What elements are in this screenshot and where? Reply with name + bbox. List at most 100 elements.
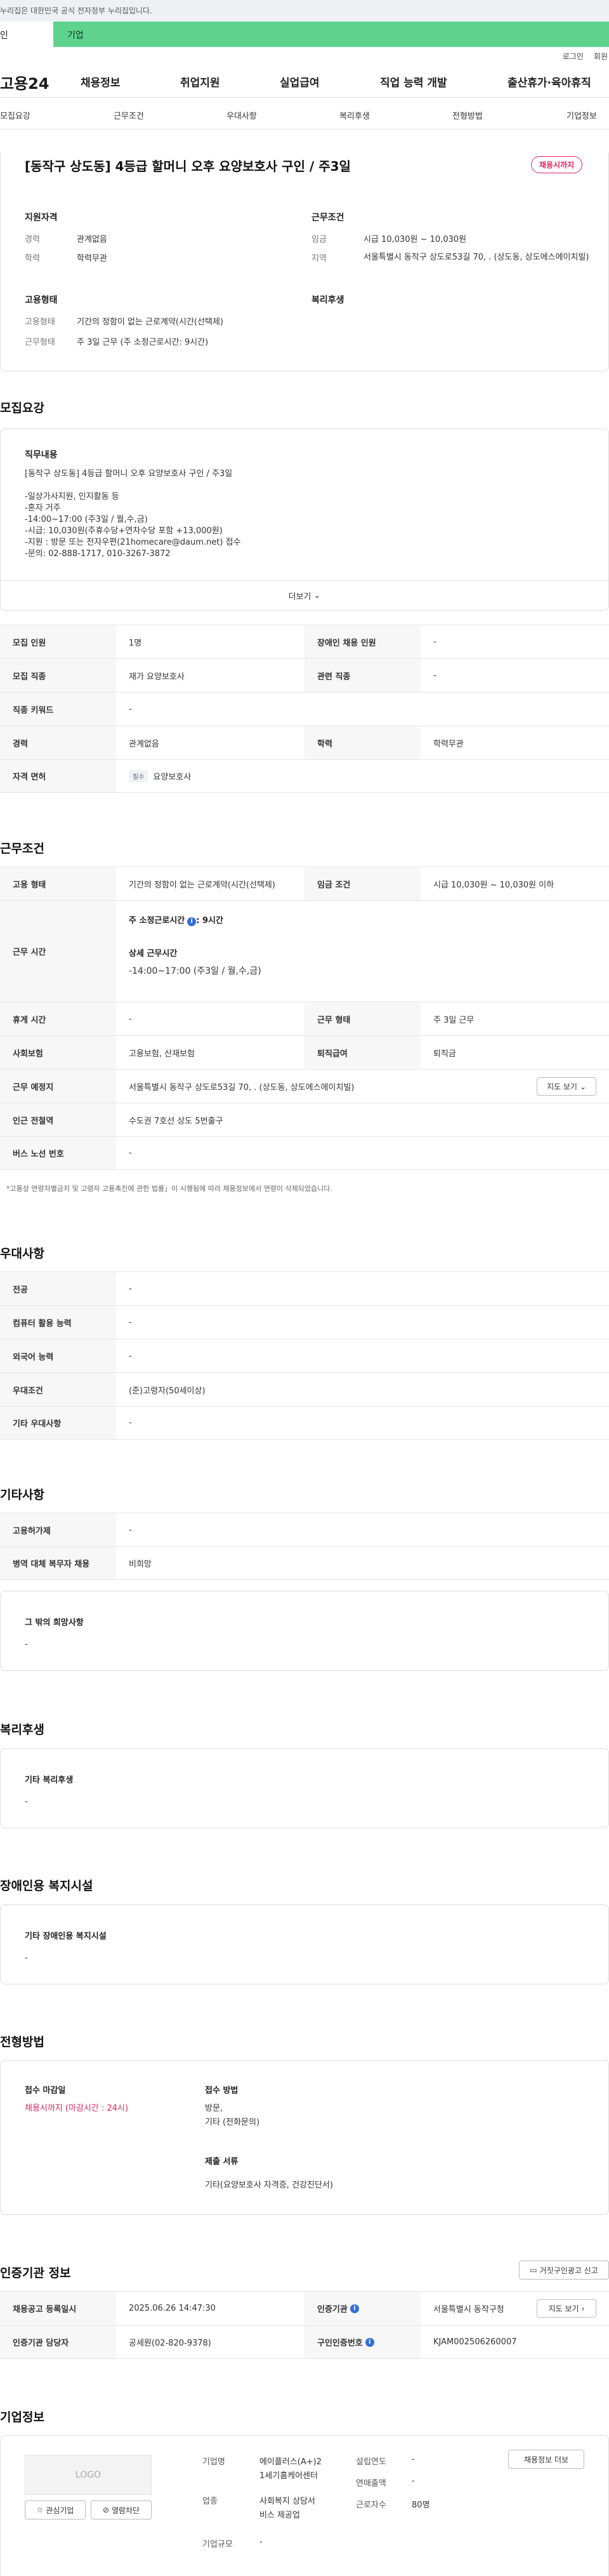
table-cell: 공세원(02-820-9378) — [129, 2339, 211, 2348]
agency-map-button[interactable]: 지도 보기 › — [537, 2299, 596, 2318]
table-cell: (준)고령자(50세이상) — [129, 1386, 206, 1396]
info-icon[interactable]: i — [187, 917, 197, 926]
docs-title: 제출 서류 — [205, 2157, 239, 2167]
industry-value: 사회복지 상담서 — [259, 2497, 315, 2506]
join-link[interactable]: 회원 — [594, 52, 608, 61]
table-cell: 학력무관 — [433, 739, 464, 749]
table-row: 기타 우대사항 - — [0, 1406, 609, 1440]
gnb-item-jobs[interactable]: 채용정보 — [81, 74, 121, 90]
anchor-work[interactable]: 근무조건 — [114, 109, 144, 121]
table-row: 인근 전철역 수도권 7호선 상도 5번출구 — [0, 1103, 609, 1136]
anchor-company[interactable]: 기업정보 — [566, 109, 597, 121]
table-cell: 2025.06.26 14:47:30 — [129, 2304, 216, 2313]
map-view-label: 지도 보기 — [546, 1082, 577, 1091]
table-row: 고용허가제 - — [0, 1513, 609, 1546]
emp-value-worktype: 주 3일 근무 (주 소정근로시간: 9시간) — [77, 338, 209, 347]
company-jobs-button[interactable]: 채용정보 더보 — [508, 2450, 584, 2469]
welfare-value: - — [25, 1797, 28, 1807]
table-cell: 1명 — [129, 638, 142, 648]
site-logo[interactable]: 고용24 — [0, 71, 49, 93]
qual-label-career: 경력 — [25, 235, 40, 244]
table-row: 모집 직종 재가 요양보호사 관련 직종 - — [0, 658, 609, 692]
table-header: 컴퓨터 활용 능력 — [0, 1306, 116, 1339]
table-row: 병역 대체 복무자 채용 비희망 — [0, 1546, 609, 1580]
table-cell: - — [129, 1014, 132, 1024]
anchor-welfare[interactable]: 복리후생 — [339, 109, 370, 121]
block-view-button[interactable]: ⊘ 열람차단 — [91, 2500, 152, 2520]
favorite-company-button[interactable]: ☆ 관심기업 — [25, 2500, 86, 2520]
table-cell: - — [129, 1351, 132, 1361]
duty-line-blank — [25, 480, 241, 491]
report-button[interactable]: ▭ 거짓구인광고 신고 — [519, 2261, 609, 2280]
table-cell: 퇴직금 — [433, 1049, 456, 1059]
table-row: 자격 면허 필수 요양보호사 — [0, 759, 609, 793]
gnb-item-training[interactable]: 직업 능력 개발 — [380, 74, 447, 90]
weekly-hours-value: : 9시간 — [196, 916, 223, 926]
qual-label-education: 학력 — [25, 254, 40, 263]
required-chip: 필수 — [129, 770, 148, 782]
cond-value-wage: 시급 10,030원 ~ 10,030원 — [363, 235, 467, 244]
table-header: 인증기관 담당자 — [0, 2326, 116, 2358]
gnb-item-parental-leave[interactable]: 출산휴가·육아휴직 — [508, 74, 591, 90]
util-bar: 로그인 회원 — [0, 47, 609, 63]
table-row: 휴게 시간 - 근무 형태 주 3일 근무 — [0, 1002, 609, 1035]
favorite-label: 관심기업 — [46, 2506, 74, 2515]
info-icon[interactable]: i — [350, 2304, 359, 2313]
age-notice: *고용상 연령차별금지 및 고령자 고용촉진에 관한 법률」이 시행됨에 따라 … — [6, 1185, 332, 1193]
table-header: 임금 조건 — [304, 867, 421, 900]
login-link[interactable]: 로그인 — [563, 52, 584, 61]
emp-label-worktype: 근무형태 — [25, 338, 55, 347]
cond-label-wage: 임금 — [311, 235, 327, 244]
table-header: 직종 키워드 — [0, 693, 116, 726]
company-jobs-label: 채용정보 더보 — [523, 2455, 569, 2464]
section-title-process: 전형방법 — [0, 2035, 44, 2049]
table-cell: 기간의 정함이 없는 근로계약(시간(선택제) — [129, 880, 275, 890]
duty-line: -혼자 거주 — [25, 503, 61, 513]
staff-value: 80명 — [412, 2500, 430, 2510]
company-name: 에이플러스(A+)2 — [259, 2457, 322, 2467]
tab-individual[interactable]: 인 — [0, 22, 53, 47]
job-title: [동작구 상도동] 4등급 할머니 오후 요양보호사 구인 / 주3일 — [25, 159, 351, 174]
more-button[interactable]: 더보기 ⌄ — [1, 580, 608, 611]
section-title-company: 기업정보 — [0, 2410, 44, 2424]
gnb-item-employment-support[interactable]: 취업지원 — [180, 74, 220, 90]
table-row: 외국어 능력 - — [0, 1339, 609, 1372]
duty-card: 직무내용 [동작구 상도동] 4등급 할머니 오후 요양보호사 구인 / 주3일… — [0, 428, 609, 611]
block-icon: ⊘ — [102, 2506, 109, 2514]
anchor-prefer[interactable]: 우대사항 — [226, 109, 257, 121]
docs-value: 기타(요양보호사 자격증, 건강진단서) — [205, 2181, 333, 2190]
info-icon[interactable]: i — [365, 2337, 374, 2347]
gov-banner: 누리집은 대한민국 공식 전자정부 누리집입니다. — [0, 0, 609, 22]
anchor-process[interactable]: 전형방법 — [452, 109, 483, 121]
table-header-label: 인증기관 — [317, 2305, 348, 2314]
cond-label-region: 지역 — [311, 254, 327, 263]
table-cell: - — [129, 1418, 132, 1428]
tab-company[interactable]: 기업 — [53, 22, 609, 47]
table-header: 휴게 시간 — [0, 1002, 116, 1035]
company-logo: LOGO — [25, 2455, 152, 2495]
welfare-card: 기타 복리후생 - — [0, 1748, 609, 1828]
table-cell: 관계없음 — [129, 739, 159, 749]
size-label: 기업규모 — [202, 2540, 233, 2549]
welfare-summary-title: 복리후생 — [311, 295, 344, 305]
table-header: 자격 면허 — [0, 760, 116, 792]
table-cell: 서울특별시 동작구청 — [433, 2305, 504, 2314]
industry-value-cont: 비스 제공업 — [259, 2511, 300, 2520]
table-cell: 서울특별시 동작구 상도로53길 70, . (상도동, 상도에스에이치빌) — [129, 1082, 355, 1092]
table-cell: KJAM002506260007 — [433, 2337, 517, 2347]
table-cell: 필수 요양보호사 — [129, 760, 191, 792]
map-view-button[interactable]: 지도 보기 ⌄ — [537, 1077, 596, 1096]
anchor-recruit[interactable]: 모집요강 — [0, 109, 30, 121]
table-cell: 시급 10,030원 ~ 10,030원 이하 — [433, 880, 554, 890]
table-header: 고용 형태 — [0, 867, 116, 900]
staff-label: 근로자수 — [356, 2500, 386, 2510]
duty-line: [동작구 상도동] 4등급 할머니 오후 요양보호사 구인 / 주3일 — [25, 469, 233, 479]
duty-line: -지원 : 방문 또는 전자우편(21homecare@daum.net) 접수 — [25, 538, 241, 547]
chevron-right-icon: › — [581, 2304, 585, 2313]
disability-card: 기타 장애인용 복지시설 - — [0, 1904, 609, 1984]
company-name-label: 기업명 — [202, 2457, 225, 2467]
table-cell: - — [129, 704, 132, 714]
gnb-item-unemployment[interactable]: 실업급여 — [280, 74, 320, 90]
table-header: 근무 예정지 — [0, 1070, 116, 1103]
qual-value-career: 관계없음 — [77, 235, 107, 244]
